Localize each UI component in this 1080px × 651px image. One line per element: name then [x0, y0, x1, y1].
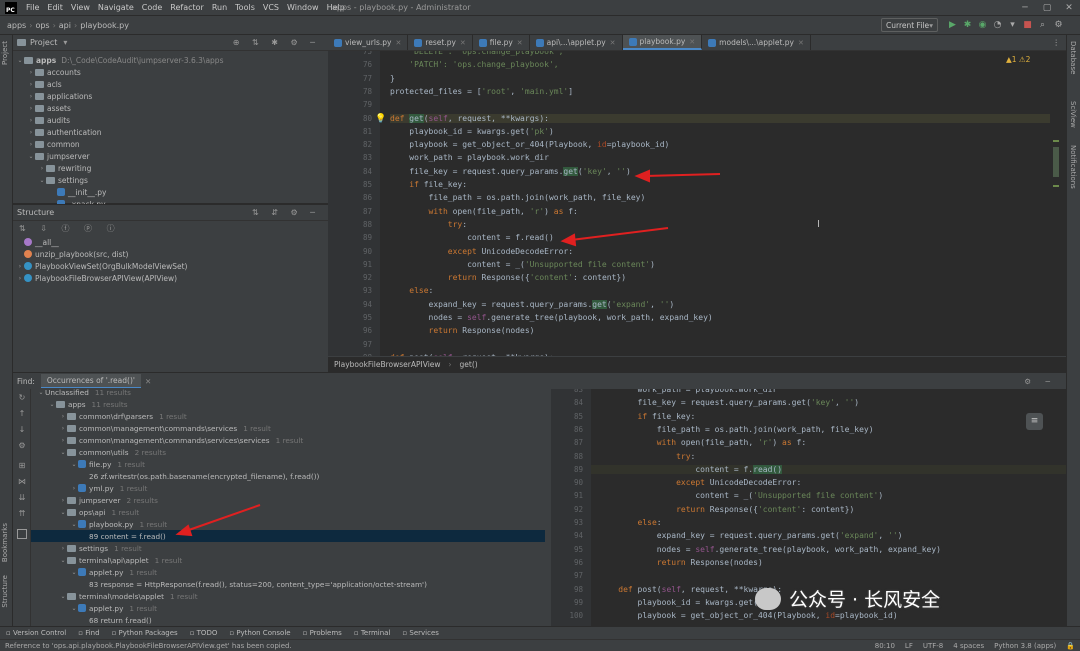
wechat-icon	[755, 587, 781, 610]
red-arrow-1-head	[634, 169, 650, 183]
red-arrow-1	[644, 173, 721, 177]
watermark-text: 公众号 · 长风安全	[789, 589, 941, 611]
red-arrow-3	[185, 504, 261, 532]
red-arrow-3-head	[175, 524, 193, 537]
red-arrow-2-head	[560, 233, 577, 247]
watermark: 公众号 · 长风安全	[755, 585, 940, 612]
annotation-layer	[175, 169, 721, 537]
red-arrow-2	[570, 227, 669, 241]
